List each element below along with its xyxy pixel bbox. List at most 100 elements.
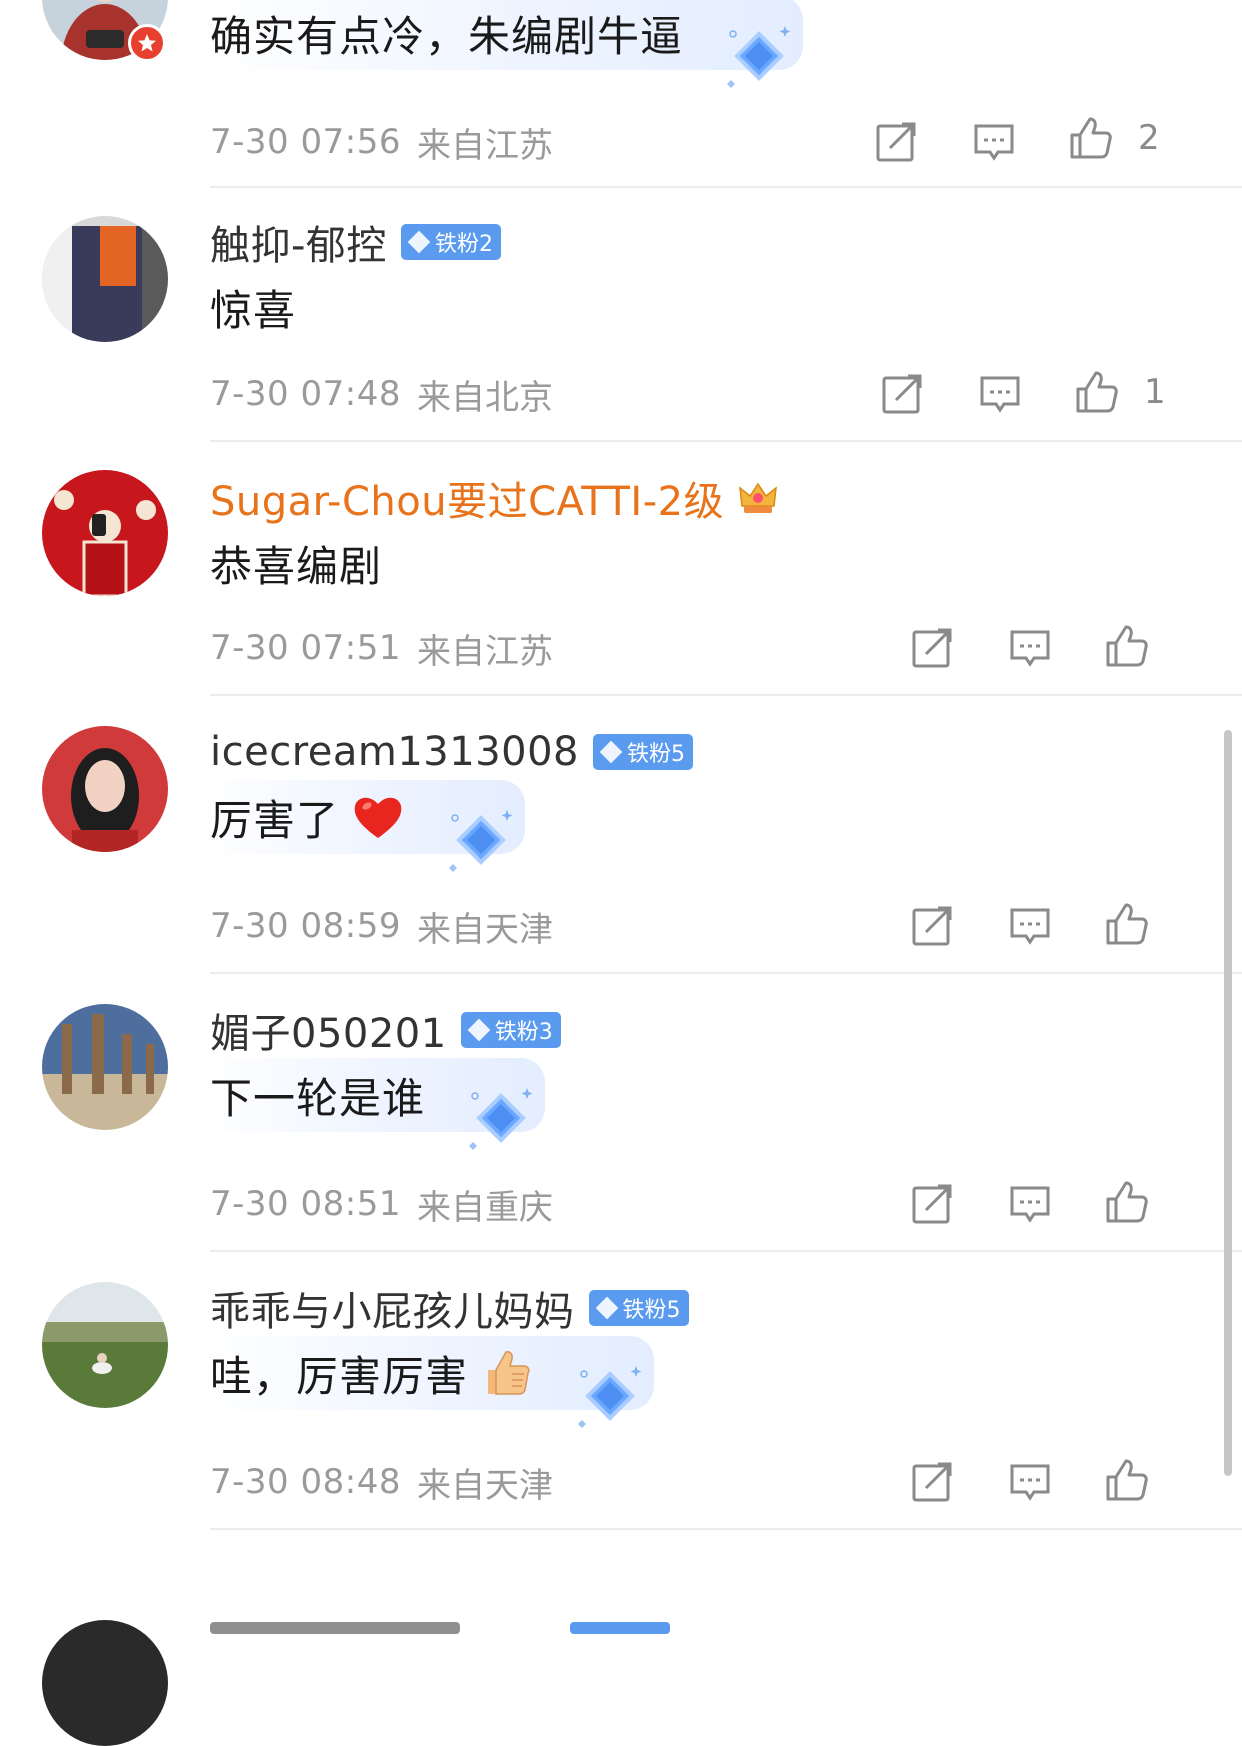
crown-vip-icon[interactable] xyxy=(736,476,780,520)
share-button[interactable] xyxy=(908,1176,956,1232)
comment-bubble[interactable]: 哇，厉害厉害 xyxy=(200,1336,655,1428)
divider xyxy=(210,1528,1242,1530)
share-icon xyxy=(882,374,922,414)
fan-badge xyxy=(570,1622,670,1634)
comment-location: 来自天津 xyxy=(416,1465,553,1506)
share-button[interactable] xyxy=(872,114,920,170)
fan-badge[interactable]: 铁粉3 xyxy=(460,1012,561,1048)
comment-bubble[interactable]: 恭喜编剧 xyxy=(200,526,382,600)
username[interactable]: 乖乖与小屁孩儿妈妈 xyxy=(210,1279,575,1337)
like-icon xyxy=(1076,371,1118,413)
avatar[interactable] xyxy=(42,1282,168,1408)
red-heart-icon xyxy=(354,797,402,838)
divider xyxy=(210,1250,1242,1252)
reply-icon xyxy=(1010,1464,1050,1501)
reply-icon xyxy=(980,376,1020,413)
verified-badge-icon xyxy=(128,24,166,62)
scrollbar[interactable] xyxy=(1224,730,1232,1476)
divider xyxy=(210,440,1242,442)
share-button[interactable] xyxy=(878,366,926,422)
like-count: 2 xyxy=(1138,118,1160,158)
fan-badge[interactable]: 铁粉5 xyxy=(588,1290,689,1326)
comment-timestamp: 7-30 07:56 xyxy=(210,122,401,162)
diamond-icon xyxy=(727,26,791,88)
share-icon xyxy=(912,1462,952,1502)
fan-badge-label: 铁粉2 xyxy=(434,232,493,257)
share-icon xyxy=(876,122,916,162)
like-button[interactable]: 1 xyxy=(1072,364,1166,420)
reply-button[interactable] xyxy=(976,366,1024,422)
comment-feed: 确实有点冷，朱编剧牛逼 7-30 07:56 来自江苏 2 触抑-郁控 铁粉2 … xyxy=(0,0,1242,1746)
comment-timestamp: 7-30 08:59 xyxy=(210,906,401,946)
reply-button[interactable] xyxy=(1006,1454,1054,1510)
comment-bubble[interactable]: 惊喜 xyxy=(200,270,296,344)
comment-location: 来自重庆 xyxy=(416,1187,553,1228)
diamond-icon xyxy=(578,1366,642,1428)
comment-timestamp: 7-30 07:51 xyxy=(210,628,401,668)
reply-button[interactable] xyxy=(970,114,1018,170)
like-icon xyxy=(1106,1459,1148,1501)
reply-icon xyxy=(1010,1186,1050,1223)
username-placeholder xyxy=(210,1622,460,1634)
comment-bubble[interactable]: 确实有点冷，朱编剧牛逼 xyxy=(200,0,804,88)
comment-text: 厉害了 xyxy=(210,795,340,845)
reply-icon xyxy=(974,124,1014,161)
like-button[interactable] xyxy=(1102,896,1152,952)
divider xyxy=(210,186,1242,188)
comment-text: 下一轮是谁 xyxy=(210,1073,426,1123)
comment-text: 确实有点冷，朱编剧牛逼 xyxy=(210,11,684,61)
avatar[interactable] xyxy=(42,1004,168,1130)
share-button[interactable] xyxy=(908,898,956,954)
diamond-icon xyxy=(467,1018,491,1042)
fan-badge-label: 铁粉5 xyxy=(622,1298,681,1323)
like-icon xyxy=(1106,903,1148,945)
comment-location: 来自北京 xyxy=(416,377,553,418)
divider xyxy=(210,694,1242,696)
diamond-icon xyxy=(469,1088,533,1150)
thumbs-up-icon xyxy=(488,1351,530,1395)
like-button[interactable] xyxy=(1102,618,1152,674)
like-icon xyxy=(1070,117,1112,159)
like-button[interactable] xyxy=(1102,1174,1152,1230)
fan-badge[interactable]: 铁粉5 xyxy=(593,734,694,770)
comment-location: 来自天津 xyxy=(416,909,553,950)
comment-text: 恭喜编剧 xyxy=(210,541,383,591)
comment-text: 惊喜 xyxy=(210,285,297,335)
reply-icon xyxy=(1010,630,1050,667)
like-button[interactable]: 2 xyxy=(1066,110,1160,166)
avatar[interactable] xyxy=(42,216,168,342)
share-icon xyxy=(912,628,952,668)
username[interactable]: 媚子050201 xyxy=(210,1001,447,1059)
comment-bubble[interactable]: 厉害了 xyxy=(200,780,526,872)
username[interactable]: Sugar-Chou要过CATTI-2级 xyxy=(210,469,724,527)
comment-text: 哇，厉害厉害 xyxy=(210,1351,469,1401)
share-button[interactable] xyxy=(908,1454,956,1510)
avatar[interactable] xyxy=(42,1620,168,1746)
like-button[interactable] xyxy=(1102,1452,1152,1508)
diamond-icon xyxy=(599,740,623,764)
reply-button[interactable] xyxy=(1006,1176,1054,1232)
avatar[interactable] xyxy=(42,470,168,596)
fan-badge[interactable]: 铁粉2 xyxy=(400,224,501,260)
comment-timestamp: 7-30 08:51 xyxy=(210,1184,401,1224)
share-icon xyxy=(912,1184,952,1224)
comment-timestamp: 7-30 08:48 xyxy=(210,1462,401,1502)
reply-button[interactable] xyxy=(1006,620,1054,676)
comment-bubble[interactable]: 下一轮是谁 xyxy=(200,1058,546,1150)
share-button[interactable] xyxy=(908,620,956,676)
username[interactable]: icecream1313008 xyxy=(210,729,579,775)
username[interactable]: 触抑-郁控 xyxy=(210,213,387,271)
divider xyxy=(210,972,1242,974)
comment-location: 来自江苏 xyxy=(416,125,553,166)
diamond-icon xyxy=(595,1296,618,1320)
like-count: 1 xyxy=(1144,372,1166,412)
like-icon xyxy=(1106,1181,1148,1223)
avatar[interactable] xyxy=(42,726,168,852)
comment-timestamp: 7-30 07:48 xyxy=(210,374,401,414)
diamond-icon xyxy=(449,810,513,872)
fan-badge-label: 铁粉5 xyxy=(627,742,686,767)
like-icon xyxy=(1106,625,1148,667)
reply-button[interactable] xyxy=(1006,898,1054,954)
share-icon xyxy=(912,906,952,946)
diamond-icon xyxy=(407,230,431,254)
